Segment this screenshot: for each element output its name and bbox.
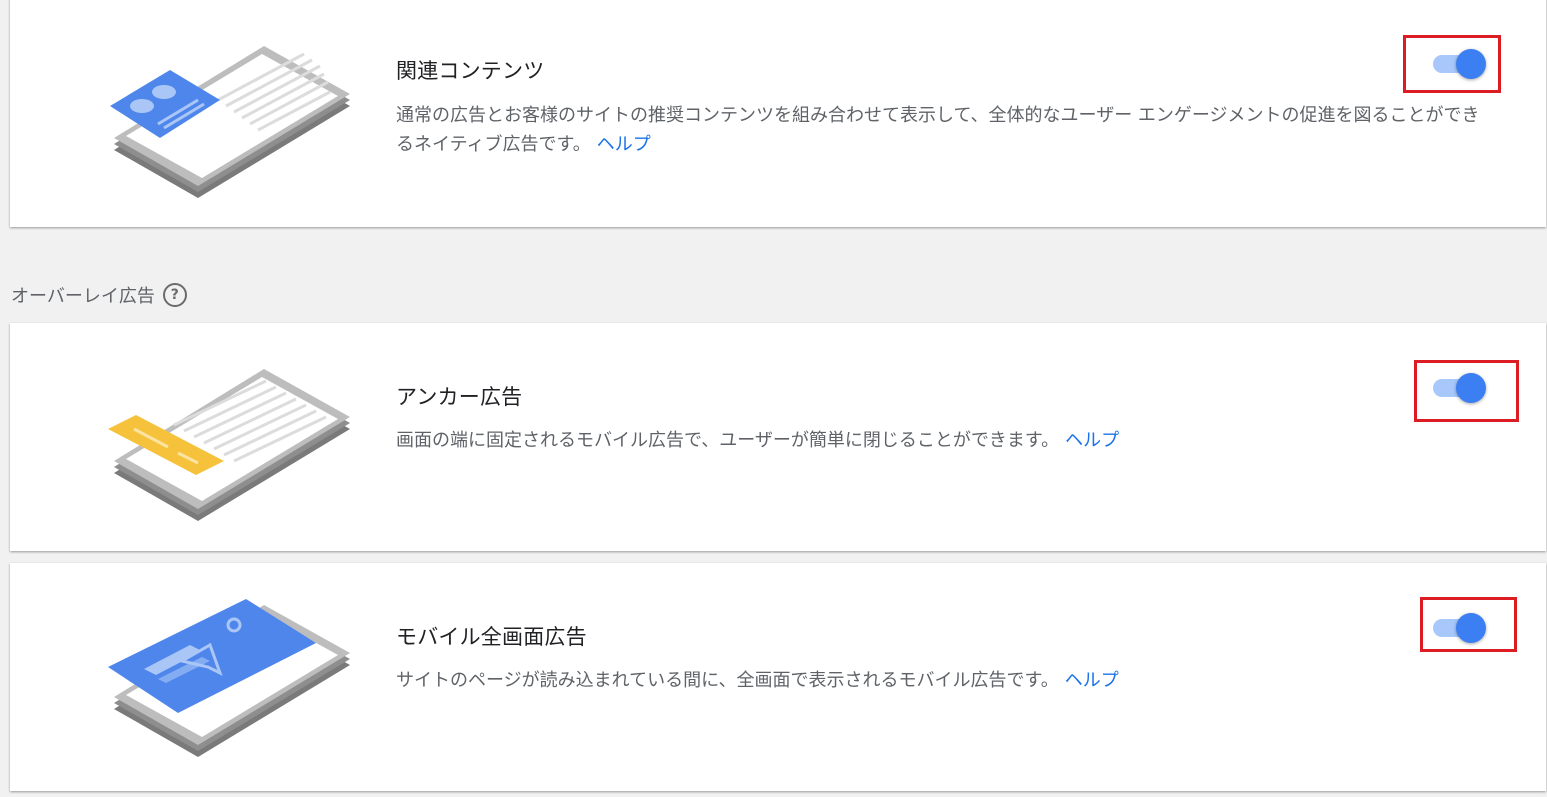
description-text: 画面の端に固定されるモバイル広告で、ユーザーが簡単に閉じることができます。: [396, 430, 1060, 451]
help-link[interactable]: ヘルプ: [1065, 430, 1119, 451]
overlay-ads-section-label: オーバーレイ広告 ?: [11, 282, 187, 308]
related-content-illustration: [110, 46, 350, 198]
anchor-ad-toggle[interactable]: [1431, 372, 1487, 403]
help-circle-icon[interactable]: ?: [162, 283, 187, 307]
card-description: 画面の端に固定されるモバイル広告で、ユーザーが簡単に閉じることができます。 ヘルプ: [396, 426, 1496, 455]
help-link[interactable]: ヘルプ: [597, 134, 651, 155]
card-title: 関連コンテンツ: [396, 59, 545, 83]
card-description: サイトのページが読み込まれている間に、全画面で表示されるモバイル広告です。 ヘルプ: [396, 666, 1496, 695]
description-text: 通常の広告とお客様のサイトの推奨コンテンツを組み合わせて表示して、全体的なユーザ…: [396, 105, 1480, 155]
related-content-card: 関連コンテンツ 通常の広告とお客様のサイトの推奨コンテンツを組み合わせて表示して…: [10, 0, 1546, 227]
toggle-knob: [1456, 49, 1486, 79]
help-link[interactable]: ヘルプ: [1065, 670, 1119, 691]
card-title: モバイル全画面広告: [396, 625, 587, 649]
related-content-toggle[interactable]: [1431, 48, 1487, 79]
anchor-ad-illustration: [108, 369, 350, 521]
section-label-text: オーバーレイ広告: [11, 286, 155, 307]
anchor-ad-card: アンカー広告 画面の端に固定されるモバイル広告で、ユーザーが簡単に閉じることがで…: [10, 323, 1546, 551]
description-text: サイトのページが読み込まれている間に、全画面で表示されるモバイル広告です。: [396, 670, 1059, 691]
toggle-knob: [1456, 373, 1486, 403]
toggle-knob: [1456, 613, 1486, 643]
vignette-ad-card: モバイル全画面広告 サイトのページが読み込まれている間に、全画面で表示されるモバ…: [10, 563, 1546, 791]
vignette-ad-toggle[interactable]: [1431, 612, 1487, 643]
card-description: 通常の広告とお客様のサイトの推奨コンテンツを組み合わせて表示して、全体的なユーザ…: [396, 101, 1496, 159]
card-title: アンカー広告: [396, 385, 523, 409]
vignette-ad-illustration: [108, 599, 350, 757]
